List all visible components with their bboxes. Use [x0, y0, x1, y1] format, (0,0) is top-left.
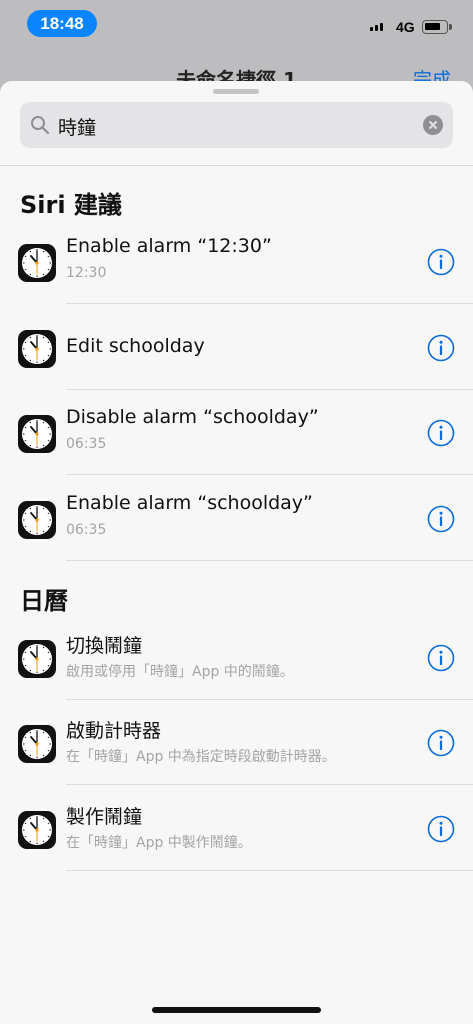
section-title-siri-suggestions: Siri 建議 — [20, 191, 122, 219]
divider — [0, 165, 473, 166]
list-item-start-timer[interactable]: 啟動計時器在「時鐘」App 中為指定時段啟動計時器。 — [0, 699, 473, 785]
divider — [66, 870, 473, 871]
status-time[interactable]: 18:48 — [27, 10, 97, 37]
info-icon[interactable] — [427, 505, 455, 533]
list-item-edit-schoolday[interactable]: Edit schoolday — [0, 304, 473, 390]
action-title: 切換鬧鐘 — [66, 635, 143, 657]
list-item-create-alarm[interactable]: 製作鬧鐘在「時鐘」App 中製作鬧鐘。 — [0, 785, 473, 871]
status-bar: 18:48 4G — [0, 0, 473, 48]
action-subtitle: 12:30 — [66, 265, 107, 281]
clear-icon[interactable] — [423, 115, 443, 135]
divider — [66, 560, 473, 561]
section-title-calendar: 日曆 — [20, 587, 68, 615]
list-item-enable-alarm-schoolday[interactable]: Enable alarm “schoolday” 06:35 — [0, 475, 473, 561]
clock-app-icon — [18, 244, 56, 282]
info-icon[interactable] — [427, 248, 455, 276]
action-title: Edit schoolday — [66, 335, 205, 357]
action-title: Enable alarm “12:30” — [66, 235, 272, 257]
action-title: Enable alarm “schoolday” — [66, 492, 313, 514]
clock-app-icon — [18, 330, 56, 368]
home-indicator[interactable] — [152, 1007, 321, 1013]
clock-app-icon — [18, 415, 56, 453]
search-input[interactable]: 時鐘 — [58, 113, 96, 140]
list-item-enable-alarm-1230[interactable]: Enable alarm “12:30” 12:30 — [0, 218, 473, 304]
clock-app-icon — [18, 640, 56, 678]
action-subtitle: 在「時鐘」App 中為指定時段啟動計時器。 — [66, 749, 336, 765]
action-picker-sheet: 時鐘 Siri 建議 日曆 Enable alarm “12:30” 12:30 — [0, 81, 473, 1024]
action-title: 啟動計時器 — [66, 720, 162, 742]
info-icon[interactable] — [427, 419, 455, 447]
action-title: Disable alarm “schoolday” — [66, 406, 319, 428]
action-title: 製作鬧鐘 — [66, 806, 143, 828]
clock-app-icon — [18, 725, 56, 763]
info-icon[interactable] — [427, 815, 455, 843]
cellular-signal-icon — [370, 21, 388, 31]
network-type: 4G — [396, 19, 415, 35]
list-item-disable-alarm-schoolday[interactable]: Disable alarm “schoolday” 06:35 — [0, 389, 473, 475]
clock-app-icon — [18, 501, 56, 539]
search-bar[interactable]: 時鐘 — [20, 102, 453, 148]
sheet-grabber[interactable] — [213, 89, 259, 94]
clock-app-icon — [18, 811, 56, 849]
action-subtitle: 06:35 — [66, 522, 107, 538]
action-subtitle: 啟用或停用「時鐘」App 中的鬧鐘。 — [66, 664, 294, 680]
action-subtitle: 在「時鐘」App 中製作鬧鐘。 — [66, 835, 252, 851]
list-item-toggle-alarm[interactable]: 切換鬧鐘啟用或停用「時鐘」App 中的鬧鐘。 — [0, 614, 473, 700]
info-icon[interactable] — [427, 334, 455, 362]
action-subtitle: 06:35 — [66, 436, 107, 452]
info-icon[interactable] — [427, 729, 455, 757]
search-icon — [31, 116, 50, 135]
info-icon[interactable] — [427, 644, 455, 672]
battery-icon — [422, 20, 452, 34]
